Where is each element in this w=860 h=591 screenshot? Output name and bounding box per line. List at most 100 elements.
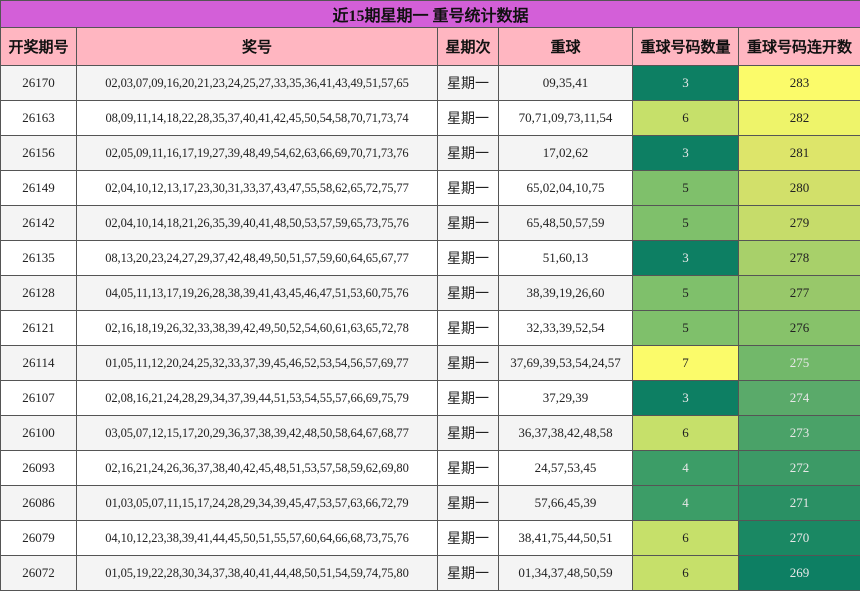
weekday-cell: 星期一	[438, 276, 499, 311]
repeats-cell: 32,33,39,52,54	[499, 311, 633, 346]
repeats-cell: 24,57,53,45	[499, 451, 633, 486]
repeat-streak-cell: 279	[739, 206, 860, 241]
issue-cell: 26093	[1, 451, 77, 486]
numbers-cell: 02,16,18,19,26,32,33,38,39,42,49,50,52,5…	[77, 311, 438, 346]
header-repeat-streak: 重球号码连开数	[739, 28, 860, 66]
weekday-cell: 星期一	[438, 416, 499, 451]
table-row: 2610702,08,16,21,24,28,29,34,37,39,44,51…	[1, 381, 860, 416]
repeat-count-cell: 6	[633, 416, 739, 451]
numbers-cell: 02,03,07,09,16,20,21,23,24,25,27,33,35,3…	[77, 66, 438, 101]
numbers-cell: 01,05,19,22,28,30,34,37,38,40,41,44,48,5…	[77, 556, 438, 591]
repeat-count-cell: 5	[633, 311, 739, 346]
repeat-streak-cell: 273	[739, 416, 860, 451]
table-row: 2610003,05,07,12,15,17,20,29,36,37,38,39…	[1, 416, 860, 451]
table-row: 2607904,10,12,23,38,39,41,44,45,50,51,55…	[1, 521, 860, 556]
table-row: 2609302,16,21,24,26,36,37,38,40,42,45,48…	[1, 451, 860, 486]
issue-cell: 26079	[1, 521, 77, 556]
numbers-cell: 02,05,09,11,16,17,19,27,39,48,49,54,62,6…	[77, 136, 438, 171]
repeats-cell: 37,29,39	[499, 381, 633, 416]
repeat-streak-cell: 280	[739, 171, 860, 206]
weekday-cell: 星期一	[438, 171, 499, 206]
numbers-cell: 02,08,16,21,24,28,29,34,37,39,44,51,53,5…	[77, 381, 438, 416]
repeat-count-cell: 4	[633, 451, 739, 486]
numbers-cell: 03,05,07,12,15,17,20,29,36,37,38,39,42,4…	[77, 416, 438, 451]
repeats-cell: 65,48,50,57,59	[499, 206, 633, 241]
repeat-streak-cell: 283	[739, 66, 860, 101]
issue-cell: 26086	[1, 486, 77, 521]
header-issue: 开奖期号	[1, 28, 77, 66]
repeat-count-cell: 6	[633, 521, 739, 556]
issue-cell: 26100	[1, 416, 77, 451]
header-numbers: 奖号	[77, 28, 438, 66]
repeat-streak-cell: 275	[739, 346, 860, 381]
weekday-cell: 星期一	[438, 206, 499, 241]
issue-cell: 26121	[1, 311, 77, 346]
repeats-cell: 38,41,75,44,50,51	[499, 521, 633, 556]
repeat-streak-cell: 277	[739, 276, 860, 311]
numbers-cell: 08,13,20,23,24,27,29,37,42,48,49,50,51,5…	[77, 241, 438, 276]
repeat-count-cell: 3	[633, 241, 739, 276]
table-row: 2615602,05,09,11,16,17,19,27,39,48,49,54…	[1, 136, 860, 171]
issue-cell: 26072	[1, 556, 77, 591]
table-row: 2613508,13,20,23,24,27,29,37,42,48,49,50…	[1, 241, 860, 276]
repeats-cell: 17,02,62	[499, 136, 633, 171]
table-row: 2616308,09,11,14,18,22,28,35,37,40,41,42…	[1, 101, 860, 136]
repeat-streak-cell: 271	[739, 486, 860, 521]
repeats-cell: 70,71,09,73,11,54	[499, 101, 633, 136]
weekday-cell: 星期一	[438, 241, 499, 276]
repeat-count-cell: 3	[633, 136, 739, 171]
issue-cell: 26149	[1, 171, 77, 206]
table-row: 2612804,05,11,13,17,19,26,28,38,39,41,43…	[1, 276, 860, 311]
weekday-cell: 星期一	[438, 451, 499, 486]
numbers-cell: 02,04,10,14,18,21,26,35,39,40,41,48,50,5…	[77, 206, 438, 241]
repeat-streak-cell: 276	[739, 311, 860, 346]
table-row: 2612102,16,18,19,26,32,33,38,39,42,49,50…	[1, 311, 860, 346]
numbers-cell: 04,10,12,23,38,39,41,44,45,50,51,55,57,6…	[77, 521, 438, 556]
repeat-count-cell: 5	[633, 206, 739, 241]
table-row: 2614202,04,10,14,18,21,26,35,39,40,41,48…	[1, 206, 860, 241]
numbers-cell: 04,05,11,13,17,19,26,28,38,39,41,43,45,4…	[77, 276, 438, 311]
repeats-cell: 37,69,39,53,54,24,57	[499, 346, 633, 381]
numbers-cell: 02,04,10,12,13,17,23,30,31,33,37,43,47,5…	[77, 171, 438, 206]
repeat-streak-cell: 274	[739, 381, 860, 416]
numbers-cell: 02,16,21,24,26,36,37,38,40,42,45,48,51,5…	[77, 451, 438, 486]
weekday-cell: 星期一	[438, 101, 499, 136]
issue-cell: 26170	[1, 66, 77, 101]
repeat-streak-cell: 281	[739, 136, 860, 171]
issue-cell: 26107	[1, 381, 77, 416]
repeat-streak-cell: 272	[739, 451, 860, 486]
repeat-streak-cell: 278	[739, 241, 860, 276]
repeats-cell: 65,02,04,10,75	[499, 171, 633, 206]
repeat-streak-cell: 270	[739, 521, 860, 556]
table-row: 2607201,05,19,22,28,30,34,37,38,40,41,44…	[1, 556, 860, 591]
weekday-cell: 星期一	[438, 486, 499, 521]
repeat-count-cell: 3	[633, 381, 739, 416]
issue-cell: 26114	[1, 346, 77, 381]
table-body: 2617002,03,07,09,16,20,21,23,24,25,27,33…	[1, 66, 860, 591]
header-repeats: 重球	[499, 28, 633, 66]
weekday-cell: 星期一	[438, 136, 499, 171]
issue-cell: 26128	[1, 276, 77, 311]
table-row: 2611401,05,11,12,20,24,25,32,33,37,39,45…	[1, 346, 860, 381]
numbers-cell: 01,03,05,07,11,15,17,24,28,29,34,39,45,4…	[77, 486, 438, 521]
weekday-cell: 星期一	[438, 346, 499, 381]
header-weekday: 星期次	[438, 28, 499, 66]
weekday-cell: 星期一	[438, 521, 499, 556]
repeat-count-cell: 5	[633, 171, 739, 206]
issue-cell: 26142	[1, 206, 77, 241]
issue-cell: 26135	[1, 241, 77, 276]
repeat-count-cell: 6	[633, 556, 739, 591]
weekday-cell: 星期一	[438, 556, 499, 591]
weekday-cell: 星期一	[438, 66, 499, 101]
repeats-cell: 38,39,19,26,60	[499, 276, 633, 311]
header-repeat-count: 重球号码数量	[633, 28, 739, 66]
table-title: 近15期星期一 重号统计数据	[1, 1, 860, 28]
repeats-cell: 01,34,37,48,50,59	[499, 556, 633, 591]
repeat-count-cell: 7	[633, 346, 739, 381]
repeat-streak-cell: 269	[739, 556, 860, 591]
repeats-cell: 57,66,45,39	[499, 486, 633, 521]
table-row: 2617002,03,07,09,16,20,21,23,24,25,27,33…	[1, 66, 860, 101]
repeat-count-cell: 4	[633, 486, 739, 521]
repeat-count-cell: 6	[633, 101, 739, 136]
title-row: 近15期星期一 重号统计数据	[1, 1, 860, 28]
